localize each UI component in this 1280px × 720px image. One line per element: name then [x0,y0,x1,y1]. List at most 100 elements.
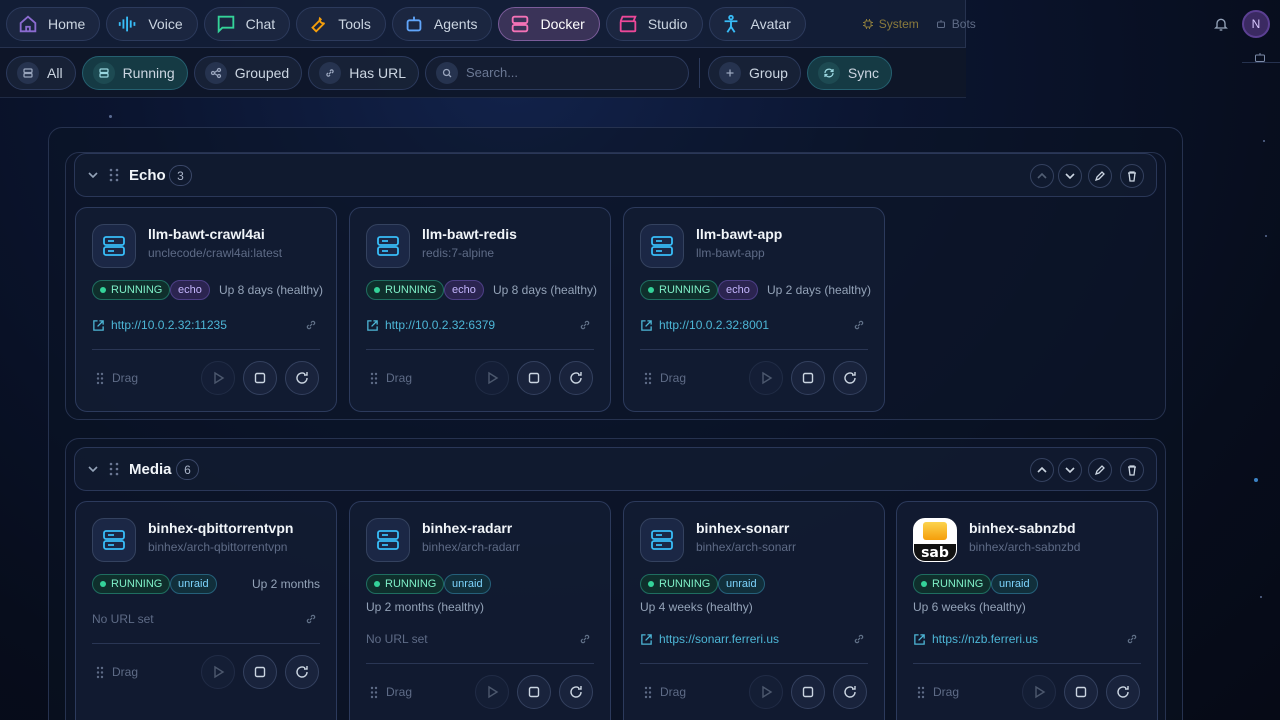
start-button[interactable] [201,655,235,689]
nav-bots[interactable]: Bots [935,17,976,31]
stop-button[interactable] [243,361,277,395]
play-icon [762,685,773,699]
start-button[interactable] [201,361,235,395]
container-card[interactable]: llm-bawt-crawl4ai unclecode/crawl4ai:lat… [75,207,337,412]
restart-button[interactable] [833,361,867,395]
add-group-button[interactable]: Group [708,55,801,90]
delete-group-button[interactable] [1120,164,1144,188]
container-card[interactable]: binhex-qbittorrentvpn binhex/arch-qbitto… [75,501,337,720]
drag-handle[interactable]: Drag [644,685,686,699]
container-image: binhex/arch-sabnzbd [969,540,1081,554]
stop-button[interactable] [243,655,277,689]
nav-avatar[interactable]: Avatar [708,6,806,41]
restart-button[interactable] [285,361,319,395]
chevron-down-icon[interactable] [87,169,99,181]
start-button[interactable] [1022,675,1056,709]
edit-group-button[interactable] [1088,164,1112,188]
stop-button[interactable] [1064,675,1098,709]
uptime-text: Up 2 days (healthy) [767,283,872,297]
link-icon[interactable] [1125,632,1139,646]
filter-grouped-button[interactable]: Grouped [193,55,303,90]
uptime-text: Up 2 months [252,577,321,591]
restart-button[interactable] [559,361,593,395]
nav-tools-label: Tools [338,15,371,32]
divider [92,349,320,350]
nav-docker[interactable]: Docker [498,6,600,41]
container-card[interactable]: sab binhex-sabnzbd binhex/arch-sabnzbd R… [896,501,1158,720]
link-icon[interactable] [304,318,318,332]
drag-handle[interactable]: Drag [370,371,412,385]
link-icon[interactable] [578,632,592,646]
nav-tools[interactable]: Tools [296,6,386,41]
drag-label: Drag [112,371,139,385]
nav-agents[interactable]: Agents [391,6,493,41]
restart-button[interactable] [559,675,593,709]
start-button[interactable] [475,675,509,709]
move-up-button[interactable] [1030,164,1054,188]
group-header: Echo 3 [74,153,1157,197]
drag-handle-icon[interactable] [109,462,119,476]
status-dot [648,287,654,293]
sync-button[interactable]: Sync [806,55,893,90]
filter-running-button[interactable]: Running [81,55,188,90]
nav-studio-label: Studio [647,15,688,32]
restart-button[interactable] [285,655,319,689]
link-icon[interactable] [852,318,866,332]
drag-handle[interactable]: Drag [370,685,412,699]
drag-handle[interactable]: Drag [96,665,138,679]
container-card[interactable]: llm-bawt-app llm-bawt-app RUNNING echo U… [623,207,885,412]
container-url-link[interactable]: https://sonarr.ferreri.us [640,632,779,646]
chevron-down-icon[interactable] [87,463,99,475]
move-down-button[interactable] [1058,164,1082,188]
nav-voice[interactable]: Voice [106,6,198,41]
drag-handle[interactable]: Drag [917,685,959,699]
nav-agents-label: Agents [433,15,478,32]
search-input[interactable]: Search... [425,55,689,90]
nav-system[interactable]: System [862,17,919,31]
move-down-button[interactable] [1058,458,1082,482]
edit-group-button[interactable] [1088,458,1112,482]
uptime-text: Up 8 days (healthy) [219,283,324,297]
move-up-button[interactable] [1030,458,1054,482]
restart-button[interactable] [1106,675,1140,709]
link-icon[interactable] [578,318,592,332]
divider [366,663,594,664]
tag-badge: echo [444,280,484,300]
user-avatar[interactable]: N [1242,10,1270,38]
nav-studio[interactable]: Studio [605,6,703,41]
delete-group-button[interactable] [1120,458,1144,482]
link-icon[interactable] [304,612,318,626]
stop-button[interactable] [517,361,551,395]
server-icon [17,61,39,84]
container-url-link[interactable]: http://10.0.2.32:6379 [366,318,495,332]
running-status-badge: RUNNING [92,280,171,300]
nav-home[interactable]: Home [6,6,101,41]
container-url-link[interactable]: http://10.0.2.32:11235 [92,318,227,332]
filter-all-button[interactable]: All [6,55,76,90]
start-button[interactable] [749,361,783,395]
container-card[interactable]: binhex-radarr binhex/arch-radarr RUNNING… [349,501,611,720]
drag-handle[interactable]: Drag [96,371,138,385]
container-card[interactable]: llm-bawt-redis redis:7-alpine RUNNING ec… [349,207,611,412]
assistant-button[interactable] [1250,50,1270,64]
notifications-button[interactable] [1210,13,1232,35]
container-groups-panel: Echo 3 llm-bawt-crawl4ai unclecode/crawl… [48,127,1183,720]
link-icon[interactable] [852,632,866,646]
stop-button[interactable] [791,361,825,395]
stop-button[interactable] [791,675,825,709]
sabnzbd-logo-hat [923,522,947,540]
start-button[interactable] [475,361,509,395]
drag-handle[interactable]: Drag [644,371,686,385]
restart-button[interactable] [833,675,867,709]
stop-button[interactable] [517,675,551,709]
search-icon [436,61,458,84]
divider [640,349,868,350]
container-url-link[interactable]: http://10.0.2.32:8001 [640,318,769,332]
drag-handle-icon[interactable] [109,168,119,182]
start-button[interactable] [749,675,783,709]
running-status-badge: RUNNING [92,574,171,594]
container-url-link[interactable]: https://nzb.ferreri.us [913,632,1038,646]
container-card[interactable]: binhex-sonarr binhex/arch-sonarr RUNNING… [623,501,885,720]
filter-has-url-button[interactable]: Has URL [308,55,419,90]
nav-chat[interactable]: Chat [203,6,291,41]
